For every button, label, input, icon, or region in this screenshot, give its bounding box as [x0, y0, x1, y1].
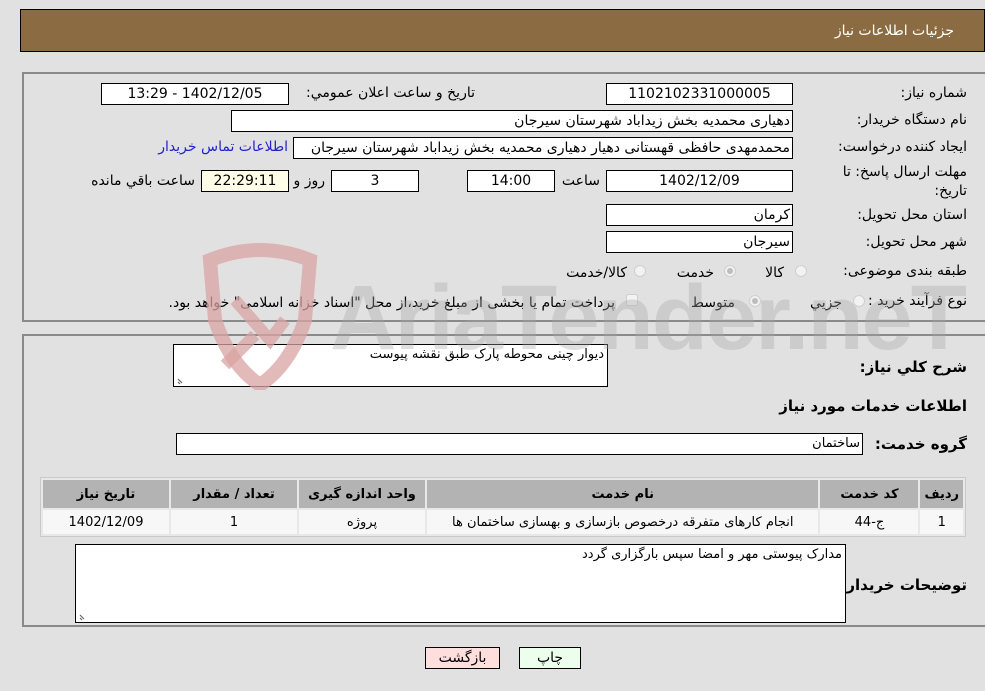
col-header-name: نام خدمت	[427, 480, 819, 508]
buyer-notes-text: مدارک پیوستی مهر و امضا سپس بارگزاری گرد…	[582, 547, 842, 562]
col-header-qty: تعداد / مقدار	[171, 480, 297, 508]
category-radio-goods-service[interactable]	[634, 265, 646, 277]
service-group-label: گروه خدمت:	[874, 435, 967, 453]
need-number-label: شماره نیاز:	[900, 85, 968, 101]
buyer-notes-label: توضیحات خریدار:	[840, 576, 967, 594]
category-radio-goods[interactable]	[795, 265, 807, 277]
page-header: جزئیات اطلاعات نیاز	[20, 9, 985, 52]
requester-field[interactable]: محمدمهدی حافظی قهستانی دهیار دهیاری محمد…	[293, 137, 793, 159]
service-group-field[interactable]: ساختمان	[176, 433, 863, 455]
resize-handle-icon[interactable]	[176, 375, 186, 385]
general-desc-text: دیوار چینی محوطه پارک طبق نقشه پیوست	[369, 347, 604, 362]
purchase-type-option-minor: جزيي	[810, 295, 842, 311]
cell-need-date: 1402/12/09	[43, 510, 169, 534]
cell-quantity: 1	[171, 510, 297, 534]
announce-datetime-field[interactable]: 1402/12/05 - 13:29	[101, 83, 289, 105]
province-field[interactable]: کرمان	[606, 204, 793, 226]
cell-unit: پروژه	[299, 510, 425, 534]
treasury-checkbox-label: پرداخت تمام یا بخشی از مبلغ خرید،از محل …	[168, 295, 615, 311]
services-table: ردیف کد خدمت نام خدمت واحد اندازه گیری ت…	[40, 477, 966, 537]
deadline-date-field[interactable]: 1402/12/09	[606, 170, 793, 192]
province-label: استان محل تحویل:	[857, 207, 967, 223]
city-label: شهر محل تحویل:	[865, 234, 967, 250]
col-header-unit: واحد اندازه گیری	[299, 480, 425, 508]
col-header-date: تاریخ نیاز	[43, 480, 169, 508]
deadline-time-label: ساعت	[561, 173, 600, 189]
general-desc-textarea[interactable]: دیوار چینی محوطه پارک طبق نقشه پیوست	[173, 344, 608, 387]
cell-service-code: ج-44	[820, 510, 919, 534]
buyer-org-field[interactable]: دهیاری محمدیه بخش زیداباد شهرستان سیرجان	[231, 110, 793, 132]
cell-service-name: انجام کارهای متفرقه درخصوص بازسازی و بهس…	[427, 510, 819, 534]
services-heading: اطلاعات خدمات مورد نیاز	[779, 397, 967, 415]
requester-label: ایجاد کننده درخواست:	[838, 139, 967, 155]
category-option-goods: کالا	[765, 265, 784, 281]
buyer-notes-textarea[interactable]: مدارک پیوستی مهر و امضا سپس بارگزاری گرد…	[75, 544, 846, 623]
resize-handle-icon[interactable]	[78, 611, 88, 621]
category-label: طبقه بندی موضوعی:	[843, 263, 967, 279]
col-header-row: ردیف	[920, 480, 963, 508]
buyer-org-label: نام دستگاه خريدار:	[856, 112, 967, 128]
back-button[interactable]: بازگشت	[425, 647, 500, 669]
need-number-field[interactable]: 1102102331000005	[606, 83, 793, 105]
purchase-type-option-medium: متوسط	[691, 295, 735, 311]
category-option-service: خدمت	[676, 265, 714, 281]
category-option-goods-service: کالا/خدمت	[566, 265, 627, 281]
days-remaining-field: 3	[331, 170, 419, 192]
purchase-type-label: نوع فرآیند خرید :	[868, 293, 967, 309]
purchase-type-radio-medium[interactable]	[749, 295, 761, 307]
days-label: روز و	[293, 173, 326, 189]
cell-row-number: 1	[920, 510, 963, 534]
page-title: جزئیات اطلاعات نیاز	[834, 23, 954, 39]
deadline-time-field[interactable]: 14:00	[467, 170, 555, 192]
city-field[interactable]: سیرجان	[606, 231, 793, 253]
buyer-contact-link[interactable]: اطلاعات تماس خریدار	[158, 139, 288, 155]
general-desc-label: شرح کلي نياز:	[859, 358, 967, 376]
deadline-label: مهلت ارسال پاسخ: تا تاریخ:	[842, 164, 967, 199]
table-header-row: ردیف کد خدمت نام خدمت واحد اندازه گیری ت…	[43, 480, 963, 508]
time-remaining-label: ساعت باقي مانده	[91, 173, 195, 189]
announce-datetime-label: تاریخ و ساعت اعلان عمومي:	[306, 85, 475, 101]
col-header-code: کد خدمت	[820, 480, 919, 508]
table-row: 1 ج-44 انجام کارهای متفرقه درخصوص بازساز…	[43, 510, 963, 534]
time-remaining-field: 22:29:11	[201, 170, 289, 192]
purchase-type-radio-minor[interactable]	[853, 295, 865, 307]
category-radio-service[interactable]	[724, 265, 736, 277]
treasury-checkbox[interactable]	[626, 294, 638, 306]
print-button[interactable]: چاپ	[519, 647, 581, 669]
